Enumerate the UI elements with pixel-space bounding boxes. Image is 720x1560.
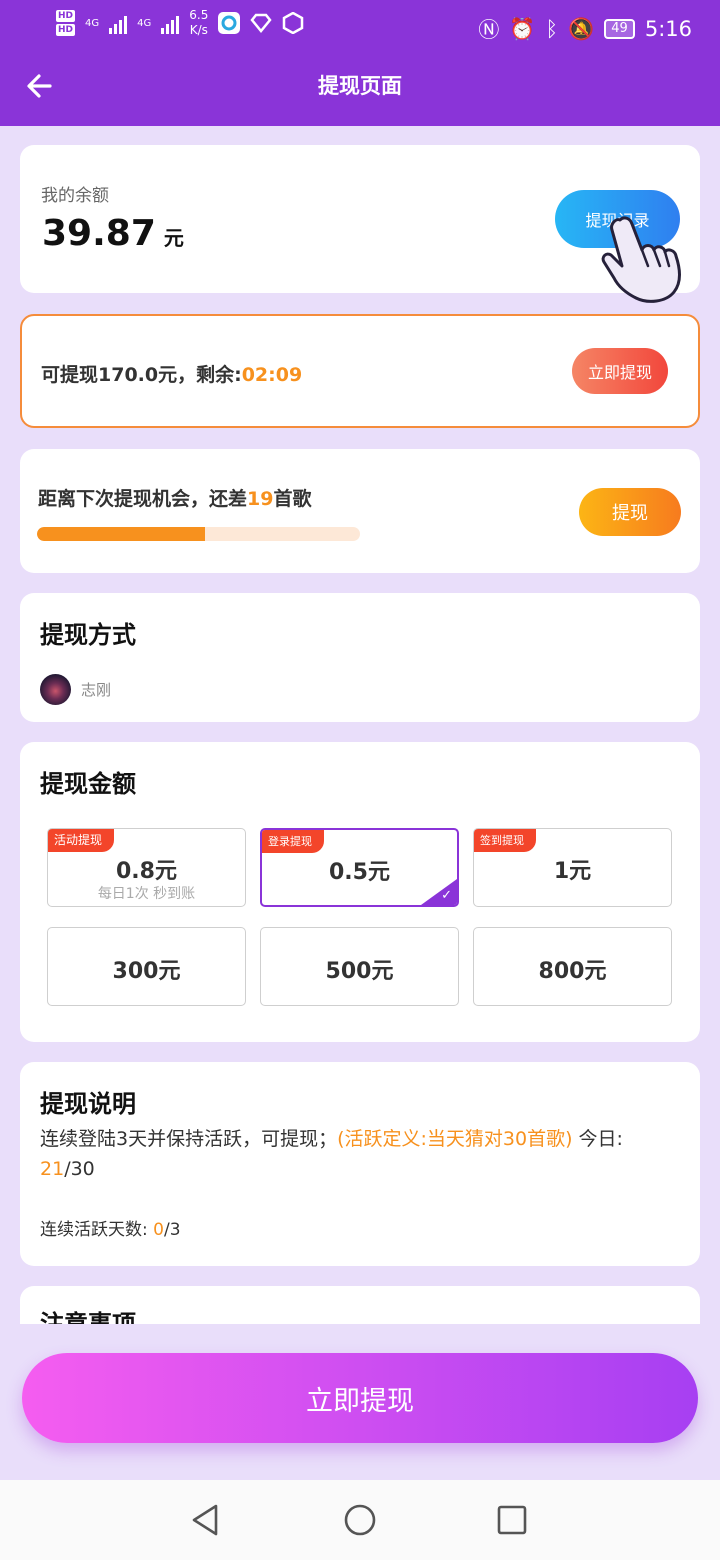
app-header: 提现页面 [0,56,720,126]
amount-option[interactable]: 800元 [473,927,672,1006]
timed-offer-card: 可提现170.0元，剩余:02:09 立即提现 [20,314,700,428]
countdown: 02:09 [241,364,303,386]
active-days-done: 0 [153,1220,164,1240]
timed-offer-label: 可提现170.0元，剩余: [41,364,242,386]
next-chance-text: 距离下次提现机会，还差19首歌 [38,484,311,511]
songs-needed: 19 [247,488,274,510]
description-rule: 连续登陆3天并保持活跃，可提现； [40,1128,338,1150]
balance-label: 我的余额 [41,186,109,206]
account-name: 志刚 [81,681,112,699]
section-title: 提现方式 [40,621,136,649]
diamond-icon [250,13,272,33]
balance-row: 39.87 元 [42,213,184,254]
speed-value: 6.5 [189,8,209,22]
withdraw-method-card: 提现方式 志刚 [20,593,700,722]
next-chance-prefix: 距离下次提现机会，还差 [38,488,248,510]
status-left-group: HD HD 4G 4G 6.5 K/s [56,8,304,38]
status-right-group: Ⓝ ⏰ ᛒ 🔕 49 5:16 [478,14,692,44]
content-scroll[interactable]: 我的余额 39.87 元 提现记录 可提现170.0元，剩余:02:09 立即提… [0,126,720,1324]
withdraw-description-card: 提现说明 连续登陆3天并保持活跃，可提现；(活跃定义:当天猜对30首歌) 今日:… [20,1062,700,1266]
speed-unit: K/s [189,23,208,37]
next-chance-suffix: 首歌 [273,488,312,510]
hand-badge-icon [283,12,304,34]
hd-badge: HD [56,10,76,22]
battery-icon: 49 [604,19,635,39]
option-label: 0.8元 [116,859,177,884]
square-recent-icon[interactable] [490,1498,534,1542]
next-chance-card: 距离下次提现机会，还差19首歌 提现 [20,449,700,573]
signal-label: 4G [85,17,100,29]
hd-badge: HD [56,24,76,36]
balance-unit: 元 [163,226,184,250]
description-highlight: (活跃定义:当天猜对30首歌) [337,1128,573,1150]
option-label: 1元 [553,859,592,884]
hd-badges: HD HD [56,10,76,36]
option-label: 800元 [538,959,607,984]
description-text: 连续登陆3天并保持活跃，可提现；(活跃定义:当天猜对30首歌) 今日: 21/3… [40,1124,680,1184]
circle-home-icon[interactable] [338,1498,382,1542]
amount-option[interactable]: 500元 [260,927,459,1006]
withdraw-now-button[interactable]: 立即提现 [22,1353,698,1443]
balance-amount: 39.87 [42,213,156,254]
today-done: 21 [40,1158,65,1180]
option-tag: 登录提现 [262,830,324,853]
signal-icon [161,12,180,34]
notes-card: 注意事项 [20,1286,700,1324]
today-label: 今日: [578,1128,623,1150]
section-title: 提现说明 [40,1090,136,1118]
amount-option-selected[interactable]: 登录提现 0.5元 ✓ [260,828,459,907]
signal-icon [109,12,128,34]
mute-icon: 🔕 [568,16,595,41]
active-days-total: /3 [163,1220,181,1240]
option-tag: 签到提现 [474,829,536,852]
withdraw-button[interactable]: 提现 [579,488,681,536]
option-label: 300元 [112,959,181,984]
status-bar: HD HD 4G 4G 6.5 K/s Ⓝ ⏰ ᛒ 🔕 49 5:16 [0,0,720,56]
section-title: 提现金额 [40,770,136,798]
option-subtext: 每日1次 秒到账 [97,886,196,902]
progress-fill [37,527,205,541]
today-total: /30 [64,1158,95,1180]
triangle-back-icon[interactable] [184,1498,228,1542]
withdraw-amount-card: 提现金额 活动提现 0.8元 每日1次 秒到账 登录提现 0.5元 ✓ 签到提现… [20,742,700,1042]
section-title: 注意事项 [40,1310,136,1324]
network-speed: 6.5 K/s [189,8,208,38]
amount-option[interactable]: 签到提现 1元 [473,828,672,907]
signal-label: 4G [137,17,152,29]
alarm-icon: ⏰ [509,16,536,41]
option-tag: 活动提现 [48,829,115,852]
active-days-label: 连续活跃天数: [40,1220,148,1240]
withdraw-now-small-button[interactable]: 立即提现 [572,348,668,394]
progress-bar [37,527,360,541]
timed-offer-text: 可提现170.0元，剩余:02:09 [41,360,302,387]
avatar [40,674,71,705]
bluetooth-icon: ᛒ [545,17,559,41]
system-nav-bar [0,1480,720,1560]
hand-pointer-icon [601,216,681,303]
option-label: 500元 [325,959,394,984]
app-notification-icon [218,12,241,34]
amount-option[interactable]: 活动提现 0.8元 每日1次 秒到账 [47,828,246,907]
amount-option[interactable]: 300元 [47,927,246,1006]
page-title: 提现页面 [318,74,402,98]
nfc-icon: Ⓝ [478,18,500,42]
checkmark-icon: ✓ [441,888,452,903]
active-days-text: 连续活跃天数: 0/3 [40,1215,181,1240]
clock: 5:16 [644,17,692,41]
